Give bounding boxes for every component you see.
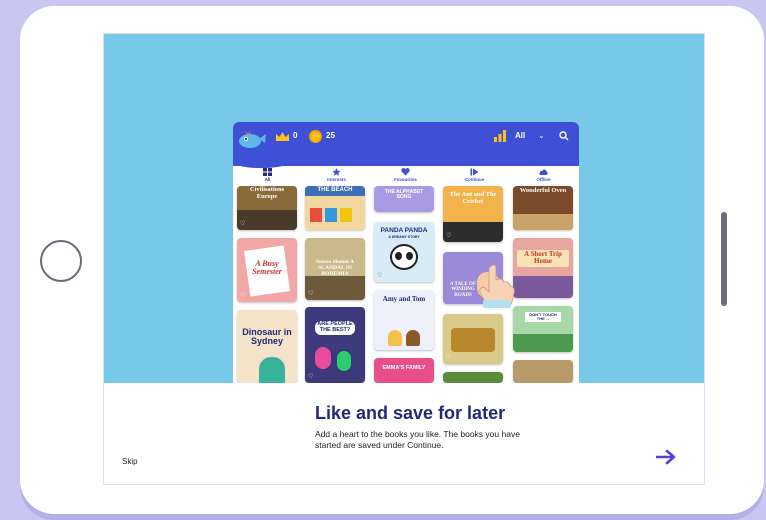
tile-illustration xyxy=(237,210,297,230)
side-handle[interactable] xyxy=(721,212,727,306)
category-tabs: All Interests Favourites Continue Offlin… xyxy=(233,166,579,186)
arrow-right-icon[interactable] xyxy=(656,449,676,465)
book-title: PANDA PANDA xyxy=(380,227,428,234)
book-tile[interactable]: EMMA'S FAMILY xyxy=(374,358,434,383)
grid-icon xyxy=(263,168,272,176)
crown-count: 0 xyxy=(293,131,298,140)
book-title: Wonderful Oven xyxy=(519,187,567,194)
book-title: A Short Trip Home xyxy=(517,250,569,267)
book-title: Civilisations Europe xyxy=(249,186,285,200)
book-tile[interactable]: DON'T TOUCH THE ... xyxy=(513,306,573,352)
heart-icon[interactable]: ♡ xyxy=(308,290,313,297)
tile-illustration xyxy=(406,252,413,260)
tile-illustration xyxy=(337,351,351,371)
book-tile[interactable]: Sussex Homes A SCANDAL IN BOHEMIA ♡ xyxy=(305,238,365,300)
book-title: DON'T TOUCH THE ... xyxy=(525,312,561,323)
book-tile[interactable]: Civilisations Europe ♡ xyxy=(237,186,297,230)
pointing-hand-icon xyxy=(479,264,515,308)
book-title: THE BEACH xyxy=(317,187,353,193)
star-icon xyxy=(332,168,341,176)
tile-illustration xyxy=(451,328,495,352)
book-title: A TALE OF WINDING ROADS xyxy=(450,282,476,298)
chevron-down-icon[interactable]: ⌄ xyxy=(538,131,545,140)
heart-icon[interactable]: ♡ xyxy=(240,292,245,299)
book-subtitle: A DREAMY STORY xyxy=(388,235,420,239)
tile-illustration xyxy=(406,330,420,346)
tab-favourites[interactable]: Favourites xyxy=(371,166,440,186)
illustration-background: 0 25 All ⌄ All Interests Favourites Cont… xyxy=(104,34,704,383)
crown-icon xyxy=(276,132,289,141)
tile-illustration xyxy=(443,222,503,242)
book-title: Dinosaur in Sydney xyxy=(242,327,292,347)
skip-link[interactable]: Skip xyxy=(122,457,138,466)
tab-label: Continue xyxy=(464,177,485,182)
book-tile[interactable]: A Short Trip Home xyxy=(513,238,573,298)
tab-offline[interactable]: Offline xyxy=(509,166,578,186)
tile-illustration xyxy=(310,208,322,222)
book-tile[interactable]: Dinosaur in Sydney xyxy=(237,310,297,383)
heart-icon xyxy=(401,168,410,176)
book-title: ARE PEOPLE THE BEST? xyxy=(315,321,355,335)
book-tile[interactable] xyxy=(443,372,503,383)
book-grid: Civilisations Europe ♡ A Busy Semester ♡… xyxy=(233,186,579,383)
caption-panel: Like and save for later Add a heart to t… xyxy=(104,383,704,484)
book-tile[interactable]: THE ALPHABET SONG xyxy=(374,186,434,212)
tile-illustration xyxy=(259,357,285,383)
tile-illustration xyxy=(513,334,573,352)
book-tile[interactable]: A Busy Semester ♡ xyxy=(237,238,297,302)
book-tile[interactable]: ARE PEOPLE THE BEST? ♡ xyxy=(305,307,365,383)
book-title: A Busy Semester xyxy=(252,259,282,277)
book-title: Amy and Tom xyxy=(382,295,426,303)
book-title: Sussex Homes A SCANDAL IN BOHEMIA xyxy=(315,259,355,277)
book-title: THE ALPHABET SONG xyxy=(384,189,424,201)
book-tile[interactable]: PANDA PANDA A DREAMY STORY ♡ xyxy=(374,222,434,282)
tab-label: Favourites xyxy=(394,177,417,182)
level-bars-icon[interactable] xyxy=(493,129,507,142)
home-button[interactable] xyxy=(40,240,82,282)
book-tile[interactable] xyxy=(513,360,573,383)
book-tile[interactable]: Amy and Tom xyxy=(374,290,434,350)
search-icon[interactable] xyxy=(559,131,569,141)
tile-illustration xyxy=(325,208,337,222)
book-tile[interactable]: THE BEACH xyxy=(305,186,365,230)
tile-illustration xyxy=(513,214,573,230)
tab-label: All xyxy=(264,177,271,182)
heart-icon[interactable]: ♡ xyxy=(377,272,382,279)
tile-illustration xyxy=(315,347,331,369)
heart-icon[interactable]: ♡ xyxy=(446,232,451,239)
book-tile[interactable]: ♡ xyxy=(443,314,503,364)
book-title: The Ant and The Cricket xyxy=(449,191,497,205)
tile-illustration xyxy=(388,330,402,346)
tab-label: Offline xyxy=(536,177,551,182)
book-title: EMMA'S FAMILY xyxy=(382,365,426,371)
book-tile[interactable]: The Ant and The Cricket ♡ xyxy=(443,186,503,242)
heart-icon[interactable]: ♡ xyxy=(308,373,313,380)
app-header: 0 25 All ⌄ xyxy=(233,122,579,169)
onboarding-screen: 0 25 All ⌄ All Interests Favourites Cont… xyxy=(103,33,705,485)
tab-interests[interactable]: Interests xyxy=(302,166,371,186)
whale-mascot-icon[interactable] xyxy=(237,127,267,149)
tab-all[interactable]: All xyxy=(233,166,302,186)
tab-continue[interactable]: Continue xyxy=(440,166,509,186)
caption-body: Add a heart to the books you like. The b… xyxy=(315,429,520,450)
tile-illustration xyxy=(340,208,352,222)
tile-illustration xyxy=(513,276,573,298)
heart-icon[interactable]: ♡ xyxy=(240,220,245,227)
caption-title: Like and save for later xyxy=(315,403,506,423)
cloud-icon xyxy=(539,169,548,175)
play-icon xyxy=(470,168,479,176)
book-tile[interactable]: Wonderful Oven xyxy=(513,186,573,230)
coin-count: 25 xyxy=(326,131,335,140)
tile-illustration xyxy=(305,276,365,300)
tile-illustration xyxy=(395,252,402,260)
filter-dropdown-label[interactable]: All xyxy=(515,131,525,140)
app-preview: 0 25 All ⌄ All Interests Favourites Cont… xyxy=(233,122,579,383)
tab-label: Interests xyxy=(327,177,346,182)
heart-icon[interactable]: ♡ xyxy=(446,354,451,361)
coin-icon xyxy=(309,130,322,143)
